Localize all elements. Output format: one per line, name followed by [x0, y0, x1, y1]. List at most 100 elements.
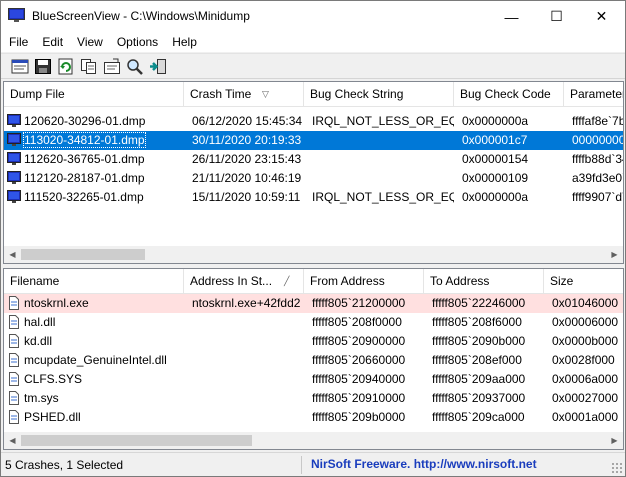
module-row[interactable]: kd.dll fffff805`20900000 fffff805`2090b000…	[4, 332, 623, 351]
cell-bug-check-string-text: IRQL_NOT_LESS_OR_EQ...	[312, 114, 454, 128]
crash-row[interactable]: 113020-34812-01.dmp 30/11/2020 20:19:33 0x…	[4, 131, 623, 150]
cell-dump-file-text: 111520-32265-01.dmp	[24, 190, 144, 204]
module-file-icon	[9, 315, 19, 329]
column-label: Filename	[10, 274, 60, 288]
cell-to-address: fffff805`20937000	[424, 389, 544, 408]
cell-bug-check-string: IRQL_NOT_LESS_OR_EQ...	[304, 188, 454, 207]
cell-to-address-text: fffff805`20937000	[432, 391, 526, 405]
cell-from-address: fffff805`20910000	[304, 389, 424, 408]
crash-list[interactable]: Dump File Crash Time ▽ Bug Check String B…	[3, 81, 624, 264]
column-address-in-stack[interactable]: Address In St... ╱	[184, 269, 304, 294]
column-crash-time[interactable]: Crash Time ▽	[184, 82, 304, 107]
crash-dump-icon	[7, 190, 21, 203]
cell-bug-check-string: IRQL_NOT_LESS_OR_EQ...	[304, 112, 454, 131]
crash-list-hscrollbar[interactable]: ◀ ▶	[4, 246, 623, 263]
scroll-thumb[interactable]	[21, 249, 145, 260]
cell-bug-check-code: 0x00000154	[454, 150, 564, 169]
cell-filename-text: hal.dll	[24, 315, 56, 329]
cell-dump-file: 120620-30296-01.dmp	[4, 112, 184, 131]
cell-filename: tm.sys	[4, 389, 184, 408]
column-label: Crash Time	[190, 87, 252, 101]
scroll-thumb[interactable]	[21, 435, 252, 446]
minimize-button[interactable]: —	[489, 1, 534, 32]
html-report-icon[interactable]	[11, 58, 29, 75]
cell-from-address: fffff805`209b0000	[304, 408, 424, 427]
cell-address-in-stack	[184, 332, 304, 351]
sort-indicator-icon: ╱	[284, 276, 290, 286]
cell-to-address: fffff805`209ca000	[424, 408, 544, 427]
crash-dump-icon	[7, 171, 21, 184]
scroll-right-icon[interactable]: ▶	[606, 432, 623, 449]
cell-bug-check-code-text: 0x0000000a	[462, 114, 529, 128]
module-row[interactable]: tm.sys fffff805`20910000 fffff805`20937000…	[4, 389, 623, 408]
cell-size: 0x0001a000	[544, 408, 623, 427]
cell-from-address: fffff805`20940000	[304, 370, 424, 389]
crash-row[interactable]: 120620-30296-01.dmp 06/12/2020 15:45:34 IR…	[4, 112, 623, 131]
cell-from-address-text: fffff805`20940000	[312, 372, 406, 386]
module-list-hscrollbar[interactable]: ◀ ▶	[4, 432, 623, 449]
find-icon[interactable]	[126, 58, 144, 75]
cell-from-address-text: fffff805`21200000	[312, 296, 406, 310]
maximize-button[interactable]: ☐	[534, 1, 579, 32]
column-bug-check-string[interactable]: Bug Check String	[304, 82, 454, 107]
menu-bar: File Edit View Options Help	[1, 32, 625, 52]
column-to-address[interactable]: To Address	[424, 269, 544, 294]
column-parameter[interactable]: Parameter	[564, 82, 624, 107]
column-from-address[interactable]: From Address	[304, 269, 424, 294]
crash-row[interactable]: 112120-28187-01.dmp 21/11/2020 10:46:19 0x…	[4, 169, 623, 188]
cell-bug-check-code: 0x0000000a	[454, 112, 564, 131]
cell-filename-text: kd.dll	[24, 334, 53, 348]
menu-help[interactable]: Help	[165, 32, 204, 52]
crash-row[interactable]: 112620-36765-01.dmp 26/11/2020 23:15:43 0x…	[4, 150, 623, 169]
cell-dump-file-text: 112120-28187-01.dmp	[24, 171, 145, 185]
properties-icon[interactable]	[103, 58, 121, 75]
cell-filename-text: CLFS.SYS	[24, 372, 83, 386]
column-label: Size	[550, 274, 574, 288]
column-label: Address In St...	[190, 274, 273, 288]
column-filename[interactable]: Filename	[4, 269, 184, 294]
status-crash-count: 5 Crashes, 1 Selected	[5, 458, 124, 472]
scroll-right-icon[interactable]: ▶	[606, 246, 623, 263]
module-row[interactable]: PSHED.dll fffff805`209b0000 fffff805`209ca…	[4, 408, 623, 427]
cell-size-text: 0x00027000	[552, 391, 619, 405]
crash-row[interactable]: 111520-32265-01.dmp 15/11/2020 10:59:11 IR…	[4, 188, 623, 207]
title-bar[interactable]: BlueScreenView - C:\Windows\Minidump — ☐…	[1, 1, 625, 32]
module-row[interactable]: mcupdate_GenuineIntel.dll fffff805`206600…	[4, 351, 623, 370]
cell-bug-check-string	[304, 131, 454, 150]
module-row[interactable]: hal.dll fffff805`208f0000 fffff805`208f600…	[4, 313, 623, 332]
resize-grip-icon[interactable]	[611, 462, 623, 474]
nirsoft-link[interactable]: NirSoft Freeware. http://www.nirsoft.net	[311, 457, 537, 471]
save-icon[interactable]	[34, 58, 52, 75]
cell-to-address: fffff805`208f6000	[424, 313, 544, 332]
column-dump-file[interactable]: Dump File	[4, 82, 184, 107]
module-list[interactable]: Filename Address In St... ╱ From Address …	[3, 268, 624, 450]
menu-view[interactable]: View	[70, 32, 110, 52]
scroll-left-icon[interactable]: ◀	[4, 246, 21, 263]
column-label: Parameter	[570, 87, 624, 101]
cell-dump-file-text: 112620-36765-01.dmp	[24, 152, 145, 166]
column-label: To Address	[430, 274, 490, 288]
copy-icon[interactable]	[80, 58, 98, 75]
cell-bug-check-string	[304, 150, 454, 169]
column-bug-check-code[interactable]: Bug Check Code	[454, 82, 564, 107]
cell-crash-time-text: 06/12/2020 15:45:34	[192, 114, 303, 128]
cell-crash-time-text: 15/11/2020 10:59:11	[192, 190, 301, 204]
close-button[interactable]: ✕	[579, 1, 624, 32]
menu-options[interactable]: Options	[110, 32, 165, 52]
column-size[interactable]: Size	[544, 269, 623, 294]
column-label: Bug Check String	[310, 87, 404, 101]
menu-edit[interactable]: Edit	[35, 32, 70, 52]
exit-icon[interactable]	[149, 58, 167, 75]
cell-to-address-text: fffff805`208f6000	[432, 315, 522, 329]
cell-filename-text: mcupdate_GenuineIntel.dll	[24, 353, 167, 367]
cell-crash-time: 26/11/2020 23:15:43	[184, 150, 304, 169]
scroll-left-icon[interactable]: ◀	[4, 432, 21, 449]
module-row[interactable]: ntoskrnl.exe ntoskrnl.exe+42fdd2 fffff805`…	[4, 294, 623, 313]
refresh-icon[interactable]	[57, 58, 75, 75]
cell-to-address: fffff805`209aa000	[424, 370, 544, 389]
column-label: From Address	[310, 274, 385, 288]
cell-parameter: ffff9907`d7	[564, 188, 623, 207]
cell-from-address-text: fffff805`209b0000	[312, 410, 406, 424]
module-row[interactable]: CLFS.SYS fffff805`20940000 fffff805`209aa0…	[4, 370, 623, 389]
menu-file[interactable]: File	[1, 32, 35, 52]
